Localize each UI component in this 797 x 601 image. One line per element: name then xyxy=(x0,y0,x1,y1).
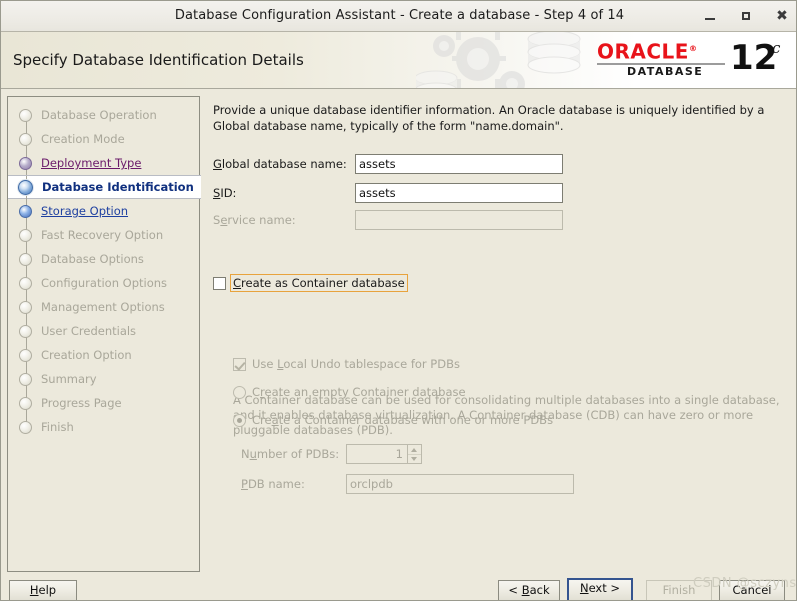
step-bullet-icon xyxy=(19,108,32,122)
sidebar-item-finish: Finish xyxy=(8,415,201,439)
step-bullet-icon xyxy=(19,372,32,386)
step-bullet-icon xyxy=(19,228,32,242)
sidebar-item-label: Database Operation xyxy=(41,108,157,122)
intro-text: Provide a unique database identifier inf… xyxy=(213,103,765,133)
pdb-name-input xyxy=(346,474,574,494)
sidebar-item-database-operation: Database Operation xyxy=(8,103,201,127)
sidebar-item-storage-option[interactable]: Storage Option xyxy=(8,199,201,223)
sidebar-item-database-options: Database Options xyxy=(8,247,201,271)
help-button[interactable]: Help xyxy=(9,580,77,600)
oracle-database-logo: ORACLE® DATABASE 12 c xyxy=(597,37,782,85)
sidebar-item-configuration-options: Configuration Options xyxy=(8,271,201,295)
finish-button: Finish xyxy=(646,580,712,600)
stepper-down-icon xyxy=(408,455,421,464)
oracle-wordmark: ORACLE® xyxy=(597,39,698,64)
wizard-steps-sidebar: Database Operation Creation Mode Deploymen… xyxy=(7,96,201,572)
window-controls: ✖ xyxy=(702,1,790,31)
stepper-up-icon xyxy=(408,445,421,455)
use-local-undo-checkbox xyxy=(233,357,246,371)
logo-version-suffix: c xyxy=(772,39,781,57)
service-name-label: Service name: xyxy=(213,213,296,227)
button-bar: Help < Back Next > Finish Cancel xyxy=(1,573,796,600)
sidebar-item-creation-mode: Creation Mode xyxy=(8,127,201,151)
sid-row: SID: xyxy=(213,182,563,204)
registered-mark-icon: ® xyxy=(688,44,698,53)
dbca-window: Database Configuration Assistant - Creat… xyxy=(0,0,797,601)
title-bar: Database Configuration Assistant - Creat… xyxy=(1,1,796,32)
create-container-with-pdbs-radio xyxy=(233,413,246,427)
back-button[interactable]: < Back xyxy=(498,580,560,600)
logo-version: 12 xyxy=(730,38,778,78)
next-button[interactable]: Next > xyxy=(567,578,633,600)
number-of-pdbs-stepper: 1 xyxy=(346,444,422,464)
number-of-pdbs-value: 1 xyxy=(346,444,408,464)
sidebar-item-label: Finish xyxy=(41,420,74,434)
sidebar-item-label: Database Identification xyxy=(42,180,194,194)
step-bullet-icon xyxy=(18,179,33,195)
sidebar-item-label: Management Options xyxy=(41,300,165,314)
service-name-input xyxy=(355,210,563,230)
sidebar-item-label: Progress Page xyxy=(41,396,122,410)
pdb-name-label: PDB name: xyxy=(241,477,305,491)
create-empty-container-radio xyxy=(233,385,246,399)
sidebar-item-label: Summary xyxy=(41,372,97,386)
sidebar-item-label: Creation Option xyxy=(41,348,132,362)
step-bullet-icon xyxy=(19,156,32,170)
sidebar-item-label: Database Options xyxy=(41,252,144,266)
close-icon[interactable]: ✖ xyxy=(774,8,790,24)
sid-label: SID: xyxy=(213,186,237,200)
create-empty-container-row: Create an empty Container database xyxy=(233,385,466,399)
service-name-row: Service name: xyxy=(213,209,563,231)
page-banner: Specify Database Identification Details xyxy=(1,32,796,89)
step-bullet-icon xyxy=(19,252,32,266)
create-container-with-pdbs-row: Create a Container database with one or … xyxy=(233,413,553,427)
use-local-undo-label: Use Local Undo tablespace for PDBs xyxy=(252,357,460,371)
gears-and-disks-decoration xyxy=(416,32,581,88)
window-title: Database Configuration Assistant - Creat… xyxy=(174,8,625,23)
sid-input[interactable] xyxy=(355,183,563,203)
number-of-pdbs-row: Number of PDBs: 1 xyxy=(241,443,422,465)
step-bullet-icon xyxy=(19,300,32,314)
sidebar-item-label: Configuration Options xyxy=(41,276,168,290)
step-bullet-icon xyxy=(19,276,32,290)
maximize-icon[interactable] xyxy=(738,8,754,24)
minimize-icon[interactable] xyxy=(702,8,718,24)
create-as-container-db-checkbox[interactable] xyxy=(213,276,226,290)
global-db-name-label: Global database name: xyxy=(213,157,347,171)
use-local-undo-row: Use Local Undo tablespace for PDBs xyxy=(233,357,460,371)
sidebar-item-creation-option: Creation Option xyxy=(8,343,201,367)
global-db-name-row: Global database name: xyxy=(213,153,563,175)
create-as-container-db-row[interactable]: Create as Container database xyxy=(213,274,408,292)
sidebar-item-user-credentials: User Credentials xyxy=(8,319,201,343)
sidebar-item-label: User Credentials xyxy=(41,324,137,338)
main-content: Provide a unique database identifier inf… xyxy=(206,96,794,572)
global-db-name-input[interactable] xyxy=(355,154,563,174)
step-bullet-icon xyxy=(19,348,32,362)
sidebar-item-fast-recovery-option: Fast Recovery Option xyxy=(8,223,201,247)
sidebar-item-management-options: Management Options xyxy=(8,295,201,319)
step-bullet-icon xyxy=(19,324,32,338)
sidebar-item-progress-page: Progress Page xyxy=(8,391,201,415)
page-title: Specify Database Identification Details xyxy=(13,51,304,69)
sidebar-item-label: Deployment Type xyxy=(41,156,142,170)
wizard-step-list: Database Operation Creation Mode Deploymen… xyxy=(8,103,201,439)
number-of-pdbs-label: Number of PDBs: xyxy=(241,447,340,461)
number-of-pdbs-stepper-buttons xyxy=(408,444,422,464)
step-bullet-icon xyxy=(19,132,32,146)
pdb-name-row: PDB name: xyxy=(241,473,574,495)
sidebar-item-label: Storage Option xyxy=(41,204,129,218)
create-as-container-db-label: Create as Container database xyxy=(230,274,408,292)
sidebar-item-database-identification: Database Identification xyxy=(8,175,201,200)
sidebar-item-deployment-type[interactable]: Deployment Type xyxy=(8,151,201,175)
create-container-with-pdbs-label: Create a Container database with one or … xyxy=(252,413,554,427)
logo-product-label: DATABASE xyxy=(627,65,704,78)
step-bullet-icon xyxy=(19,396,32,410)
sidebar-item-label: Creation Mode xyxy=(41,132,125,146)
create-empty-container-label: Create an empty Container database xyxy=(252,385,466,399)
sidebar-item-label: Fast Recovery Option xyxy=(41,228,164,242)
step-bullet-icon xyxy=(19,204,32,218)
step-bullet-icon xyxy=(19,420,32,434)
sidebar-item-summary: Summary xyxy=(8,367,201,391)
cancel-button[interactable]: Cancel xyxy=(719,580,785,600)
